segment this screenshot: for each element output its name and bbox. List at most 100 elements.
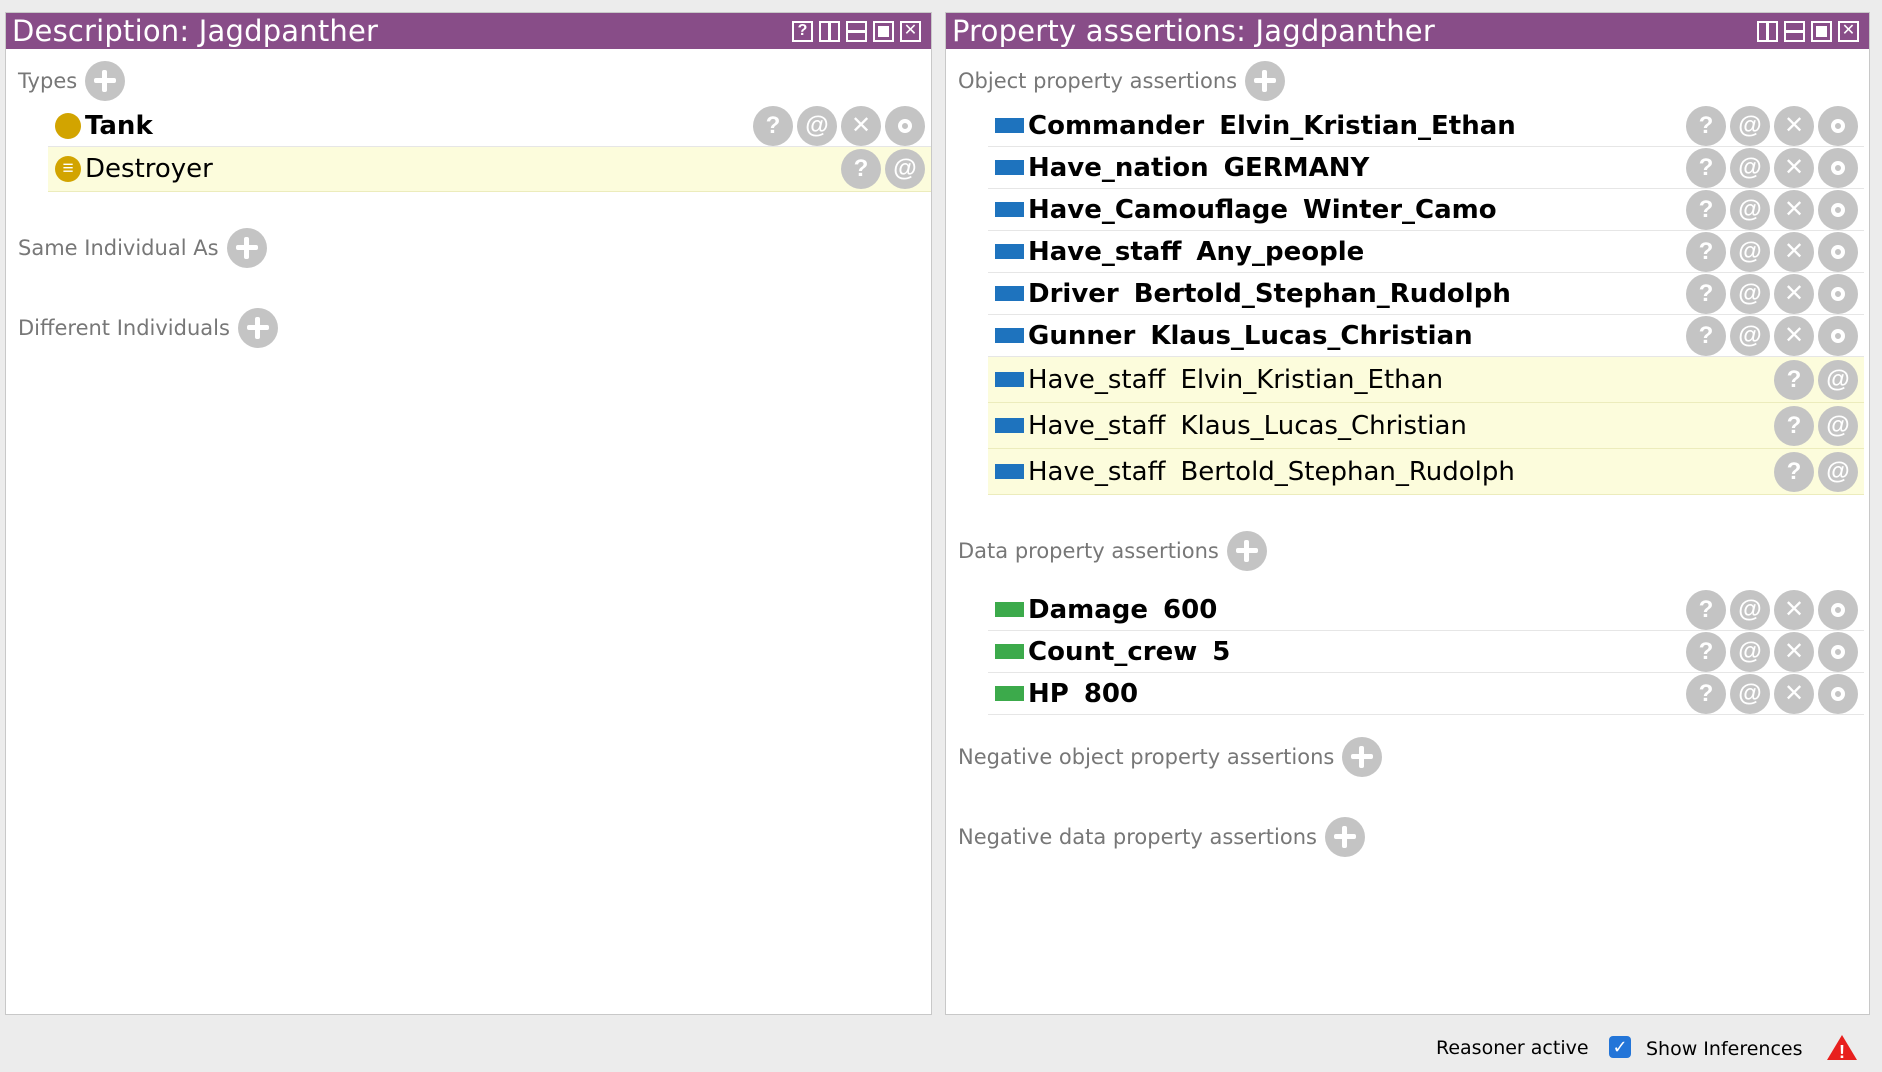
status-bar: Reasoner active ✓ Show Inferences ! (0, 1030, 1882, 1070)
add-same-individual-button[interactable] (226, 228, 267, 268)
warning-icon[interactable]: ! (1826, 1033, 1858, 1061)
property-value: GERMANY (1223, 152, 1370, 183)
delete-button[interactable]: ✕ (1774, 673, 1814, 714)
edit-button[interactable] (1818, 273, 1858, 314)
delete-button[interactable]: ✕ (1774, 631, 1814, 672)
annotate-button[interactable]: @ (797, 105, 837, 146)
edit-button[interactable] (1818, 147, 1858, 188)
property-assertion-row[interactable]: HP 800? @ ✕ (988, 673, 1864, 715)
assertion-label: HP 800 (1028, 679, 1138, 709)
explain-button[interactable]: ? (753, 105, 793, 146)
object-property-icon (995, 160, 1024, 175)
property-assertion-row[interactable]: Damage 600? @ ✕ (988, 589, 1864, 631)
property-assertion-row[interactable]: Gunner Klaus_Lucas_Christian? @ ✕ (988, 315, 1864, 357)
assertion-label: Have_staff Any_people (1028, 237, 1364, 267)
explain-button[interactable]: ? (1686, 231, 1726, 272)
explain-button[interactable]: ? (1774, 451, 1814, 492)
annotate-button[interactable]: @ (1818, 451, 1858, 492)
edit-button[interactable] (1818, 315, 1858, 356)
property-assertion-row[interactable]: Have_staff Bertold_Stephan_Rudolph? @ (988, 449, 1864, 495)
add-negative-data-property-assertion-button[interactable] (1324, 817, 1365, 857)
edit-button[interactable] (1818, 231, 1858, 272)
annotate-button[interactable]: @ (1730, 315, 1770, 356)
delete-button[interactable]: ✕ (1774, 315, 1814, 356)
split-vertical-icon[interactable] (1757, 20, 1778, 42)
property-assertion-row[interactable]: Count_crew 5? @ ✕ (988, 631, 1864, 673)
explain-button[interactable]: ? (1686, 273, 1726, 314)
description-view-titlebar: Description: Jagdpanther ? ✕ (6, 13, 931, 49)
delete-button[interactable]: ✕ (1774, 189, 1814, 230)
add-object-property-assertion-button[interactable] (1245, 61, 1286, 101)
split-horizontal-icon[interactable] (1784, 20, 1805, 42)
explain-button[interactable]: ? (1686, 147, 1726, 188)
help-icon[interactable]: ? (792, 20, 813, 42)
delete-button[interactable]: ✕ (1774, 273, 1814, 314)
add-type-button[interactable] (85, 61, 126, 101)
annotate-button[interactable]: @ (1730, 189, 1770, 230)
split-horizontal-icon[interactable] (846, 20, 867, 42)
property-assertion-row[interactable]: Have_staff Klaus_Lucas_Christian? @ (988, 403, 1864, 449)
type-row-destroyer[interactable]: Destroyer ? @ (48, 147, 931, 192)
edit-button[interactable] (885, 105, 925, 146)
property-assertion-row[interactable]: Have_staff Elvin_Kristian_Ethan? @ (988, 357, 1864, 403)
show-inferences-checkbox[interactable]: ✓ (1609, 1036, 1631, 1058)
maximize-icon[interactable] (1811, 20, 1832, 42)
object-property-icon (995, 372, 1024, 387)
annotate-button[interactable]: @ (1730, 147, 1770, 188)
explain-button[interactable]: ? (1686, 189, 1726, 230)
property-assertion-row[interactable]: Have_Camouflage Winter_Camo? @ ✕ (988, 189, 1864, 231)
property-name: HP (1028, 678, 1069, 709)
delete-button[interactable]: ✕ (1774, 105, 1814, 146)
annotate-button[interactable]: @ (1730, 673, 1770, 714)
property-assertion-row[interactable]: Have_nation GERMANY? @ ✕ (988, 147, 1864, 189)
add-negative-object-property-assertion-button[interactable] (1342, 737, 1383, 777)
maximize-icon[interactable] (873, 20, 894, 42)
property-assertion-row[interactable]: Have_staff Any_people? @ ✕ (988, 231, 1864, 273)
property-assertion-row[interactable]: Commander Elvin_Kristian_Ethan? @ ✕ (988, 105, 1864, 147)
edit-button[interactable] (1818, 589, 1858, 630)
property-assertions-title: Property assertions: Jagdpanther (952, 14, 1435, 48)
explain-button[interactable]: ? (1774, 405, 1814, 446)
edit-button[interactable] (1818, 631, 1858, 672)
assertion-label: Have_nation GERMANY (1028, 153, 1369, 183)
delete-button[interactable]: ✕ (1774, 147, 1814, 188)
property-assertions-titlebar: Property assertions: Jagdpanther ✕ (946, 13, 1869, 49)
edit-button[interactable] (1818, 105, 1858, 146)
close-view-icon[interactable]: ✕ (1838, 20, 1859, 42)
edit-button[interactable] (1818, 673, 1858, 714)
explain-button[interactable]: ? (1686, 673, 1726, 714)
explain-button[interactable]: ? (1686, 105, 1726, 146)
annotate-button[interactable]: @ (1730, 273, 1770, 314)
explain-button[interactable]: ? (1686, 589, 1726, 630)
edit-button[interactable] (1818, 189, 1858, 230)
annotate-button[interactable]: @ (1730, 231, 1770, 272)
explain-button[interactable]: ? (1686, 631, 1726, 672)
explain-button[interactable]: ? (841, 149, 881, 189)
annotate-button[interactable]: @ (885, 149, 925, 189)
property-value: 600 (1163, 594, 1218, 625)
explain-button[interactable]: ? (1686, 315, 1726, 356)
add-different-individual-button[interactable] (237, 308, 278, 348)
different-individuals-label: Different Individuals (18, 316, 230, 340)
explain-button[interactable]: ? (1774, 359, 1814, 400)
split-vertical-icon[interactable] (819, 20, 840, 42)
delete-button[interactable]: ✕ (1774, 589, 1814, 630)
annotate-button[interactable]: @ (1730, 589, 1770, 630)
add-data-property-assertion-button[interactable] (1226, 531, 1267, 571)
property-name: Gunner (1028, 320, 1136, 351)
annotate-button[interactable]: @ (1730, 105, 1770, 146)
annotate-button[interactable]: @ (1818, 405, 1858, 446)
annotate-button[interactable]: @ (1730, 631, 1770, 672)
property-assertion-row[interactable]: Driver Bertold_Stephan_Rudolph? @ ✕ (988, 273, 1864, 315)
data-property-assertions-label: Data property assertions (958, 539, 1219, 563)
different-individuals-section-header: Different Individuals (18, 308, 278, 348)
annotate-button[interactable]: @ (1818, 359, 1858, 400)
type-row-tank[interactable]: Tank ? @ ✕ (48, 105, 931, 147)
delete-button[interactable]: ✕ (1774, 231, 1814, 272)
assertion-label: Count_crew 5 (1028, 637, 1230, 667)
delete-button[interactable]: ✕ (841, 105, 881, 146)
close-view-icon[interactable]: ✕ (900, 20, 921, 42)
row-buttons: ? @ ✕ (1686, 231, 1858, 272)
row-buttons: ? @ (1774, 359, 1858, 400)
negative-object-property-assertions-label: Negative object property assertions (958, 745, 1335, 769)
